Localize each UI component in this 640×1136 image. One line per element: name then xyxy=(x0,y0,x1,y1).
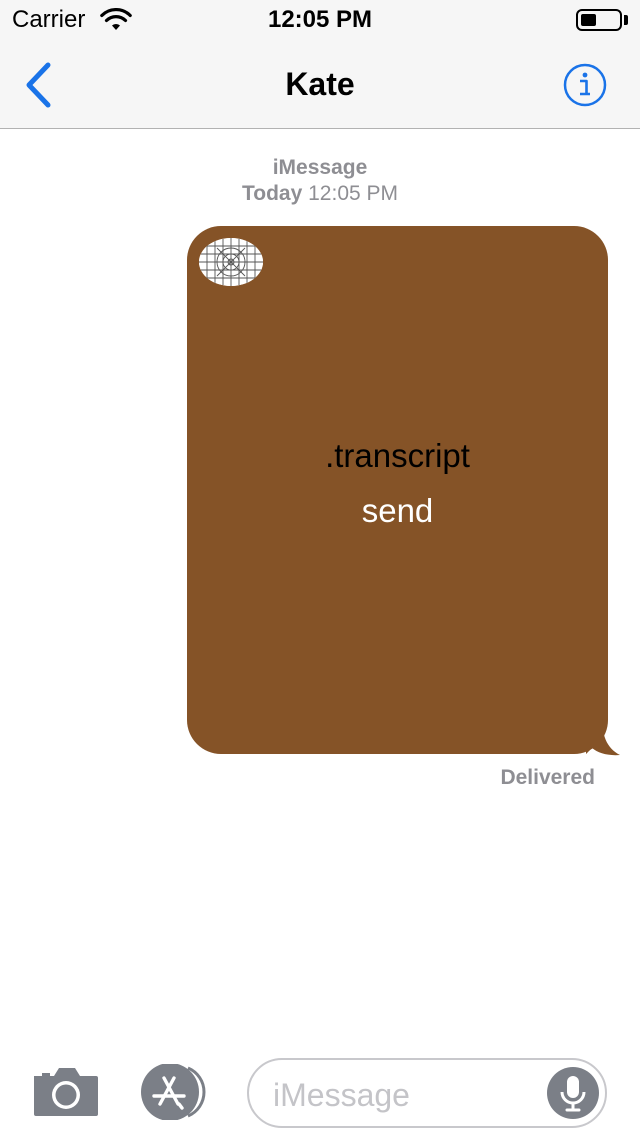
microphone-button[interactable] xyxy=(547,1067,599,1119)
status-time: 12:05 PM xyxy=(267,6,373,33)
app-store-icon xyxy=(138,1064,214,1120)
battery-icon xyxy=(576,9,622,31)
battery-level xyxy=(581,14,596,26)
bubble-tail xyxy=(586,718,622,756)
grid-pattern-icon[interactable] xyxy=(199,238,263,286)
navigation-bar: Kate xyxy=(0,40,640,129)
info-button[interactable] xyxy=(562,62,608,108)
app-store-button[interactable] xyxy=(138,1064,214,1120)
conversation-timestamp: Today 12:05 PM xyxy=(0,182,640,206)
service-label: iMessage xyxy=(272,156,368,179)
status-bar: Carrier 12:05 PM xyxy=(0,0,640,40)
info-icon xyxy=(562,62,608,108)
delivery-status: Delivered xyxy=(500,766,595,789)
microphone-icon xyxy=(547,1067,599,1119)
camera-button[interactable] xyxy=(32,1064,100,1118)
message-text-line2: send xyxy=(361,492,434,529)
conversation-title: Kate xyxy=(285,66,355,102)
camera-icon xyxy=(32,1064,100,1118)
messages-screen: Carrier 12:05 PM Kate iMessage Today 12:… xyxy=(0,0,640,1136)
timestamp-day: Today xyxy=(241,182,303,205)
message-text-line1: .transcript xyxy=(325,437,470,474)
timestamp-time: 12:05 PM xyxy=(308,182,399,205)
message-input-placeholder: iMessage xyxy=(273,1077,410,1113)
message-bubble[interactable] xyxy=(187,226,608,754)
battery-tip xyxy=(624,15,628,25)
message-input[interactable]: iMessage xyxy=(247,1058,607,1128)
